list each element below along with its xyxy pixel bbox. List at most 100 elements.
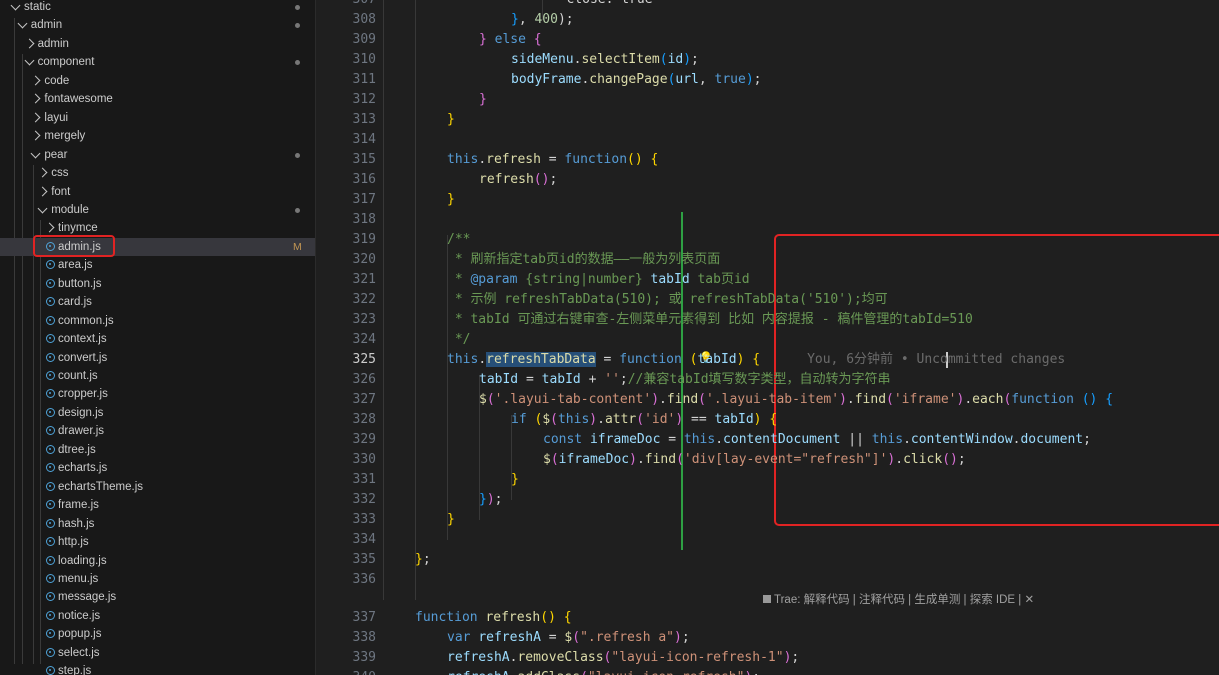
code-line[interactable]: refresh();	[479, 170, 557, 190]
tree-folder[interactable]: code	[0, 72, 315, 90]
line-number[interactable]: 314	[330, 130, 376, 150]
code-line[interactable]: bodyFrame.changePage(url, true);	[511, 70, 762, 90]
line-number[interactable]: 322	[330, 290, 376, 310]
tree-file[interactable]: select.js	[0, 644, 315, 662]
line-number[interactable]: 320	[330, 250, 376, 270]
code-line[interactable]: * @param {string|number} tabId tab页id	[447, 270, 750, 290]
tree-file[interactable]: button.js	[0, 275, 315, 293]
code-line[interactable]: };	[415, 550, 431, 570]
code-line[interactable]: refreshA.addClass("layui-icon-refresh");	[447, 668, 760, 675]
tree-file[interactable]: design.js	[0, 404, 315, 422]
line-number[interactable]: 316	[330, 170, 376, 190]
line-number[interactable]: 336	[330, 570, 376, 590]
line-number[interactable]: 324	[330, 330, 376, 350]
tree-folder[interactable]: static	[0, 0, 315, 16]
code-line[interactable]: * 刷新指定tab页id的数据——一般为列表页面	[447, 250, 720, 270]
tree-file[interactable]: convert.js	[0, 349, 315, 367]
tree-folder[interactable]: font	[0, 183, 315, 201]
line-number[interactable]: 323	[330, 310, 376, 330]
line-number[interactable]: 331	[330, 470, 376, 490]
code-line[interactable]: }	[447, 510, 455, 530]
code-line[interactable]: }	[447, 190, 455, 210]
tree-file[interactable]: echarts.js	[0, 459, 315, 477]
codelens-text[interactable]: Trae: 解释代码 | 注释代码 | 生成单测 | 探索 IDE | ✕	[774, 594, 1034, 606]
code-line[interactable]: */	[447, 330, 471, 350]
tree-file[interactable]: echartsTheme.js	[0, 478, 315, 496]
line-number[interactable]: 308	[330, 10, 376, 30]
line-number[interactable]: 321	[330, 270, 376, 290]
tree-folder[interactable]: mergely	[0, 127, 315, 145]
tree-file[interactable]: area.js	[0, 256, 315, 274]
tree-file[interactable]: context.js	[0, 330, 315, 348]
code-line[interactable]: this.refresh = function() {	[447, 150, 658, 170]
code-line[interactable]: } else {	[479, 30, 542, 50]
tree-folder[interactable]: admin	[0, 16, 315, 34]
tree-file[interactable]: hash.js	[0, 515, 315, 533]
line-number[interactable]: 340	[330, 668, 376, 675]
code-line[interactable]: function refresh() {	[415, 608, 572, 628]
tree-file[interactable]: message.js	[0, 588, 315, 606]
line-number[interactable]: 333	[330, 510, 376, 530]
tree-folder[interactable]: pear	[0, 146, 315, 164]
tree-folder[interactable]: admin	[0, 35, 315, 53]
line-number[interactable]: 328	[330, 410, 376, 430]
code-line[interactable]: refreshA.removeClass("layui-icon-refresh…	[447, 648, 799, 668]
code-line[interactable]: $('.layui-tab-content').find('.layui-tab…	[479, 390, 1113, 410]
line-number[interactable]: 309	[330, 30, 376, 50]
line-number[interactable]: 318	[330, 210, 376, 230]
code-line[interactable]: /**	[447, 230, 470, 250]
line-number[interactable]: 326	[330, 370, 376, 390]
code-line[interactable]: const iframeDoc = this.contentDocument |…	[543, 430, 1091, 450]
line-number[interactable]: 310	[330, 50, 376, 70]
line-number[interactable]: 338	[330, 628, 376, 648]
line-number[interactable]: 332	[330, 490, 376, 510]
tree-file[interactable]: notice.js	[0, 607, 315, 625]
tree-folder[interactable]: component	[0, 53, 315, 71]
code-editor[interactable]: 💡 Trae: 解释代码 | 注释代码 | 生成单测 | 探索 IDE | ✕ …	[316, 0, 1219, 675]
line-number[interactable]: 317	[330, 190, 376, 210]
tree-file[interactable]: count.js	[0, 367, 315, 385]
line-number[interactable]: 325	[330, 350, 376, 370]
tree-file[interactable]: loading.js	[0, 552, 315, 570]
code-line[interactable]: $(iframeDoc).find('div[lay-event="refres…	[543, 450, 966, 470]
line-number[interactable]: 315	[330, 150, 376, 170]
tree-folder[interactable]: fontawesome	[0, 90, 315, 108]
code-line[interactable]: * tabId 可通过右键审查-左侧菜单元素得到 比如 内容提报 - 稿件管理的…	[447, 310, 973, 330]
code-line[interactable]: var refreshA = $(".refresh a");	[447, 628, 690, 648]
line-number[interactable]: 319	[330, 230, 376, 250]
line-number[interactable]: 313	[330, 110, 376, 130]
code-line[interactable]: sideMenu.selectItem(id);	[511, 50, 699, 70]
tree-folder[interactable]: module	[0, 201, 315, 219]
tree-file[interactable]: card.js	[0, 293, 315, 311]
line-number[interactable]: 335	[330, 550, 376, 570]
tree-file[interactable]: drawer.js	[0, 422, 315, 440]
line-number[interactable]: 312	[330, 90, 376, 110]
tree-folder[interactable]: css	[0, 164, 315, 182]
code-line[interactable]: if ($(this).attr('id') == tabId) {	[511, 410, 777, 430]
line-number[interactable]: 330	[330, 450, 376, 470]
code-line[interactable]: * 示例 refreshTabData(510); 或 refreshTabDa…	[447, 290, 888, 310]
trae-codelens[interactable]: Trae: 解释代码 | 注释代码 | 生成单测 | 探索 IDE | ✕	[763, 592, 1034, 608]
code-line[interactable]: tabId = tabId + '';//兼容tabId填写数字类型，自动转为字…	[479, 370, 891, 390]
code-line[interactable]: });	[479, 490, 502, 510]
code-line[interactable]: }, 400);	[511, 10, 574, 30]
tree-file[interactable]: http.js	[0, 533, 315, 551]
line-number[interactable]: 329	[330, 430, 376, 450]
code-line[interactable]: }	[511, 470, 519, 490]
code-line[interactable]: close: true	[543, 0, 652, 10]
tree-file[interactable]: cropper.js	[0, 385, 315, 403]
tree-file[interactable]: common.js	[0, 312, 315, 330]
line-number[interactable]: 337	[330, 608, 376, 628]
tree-file[interactable]: popup.js	[0, 625, 315, 643]
line-number[interactable]: 311	[330, 70, 376, 90]
code-line[interactable]: }	[479, 90, 487, 110]
tree-file[interactable]: dtree.js	[0, 441, 315, 459]
tree-folder[interactable]: layui	[0, 109, 315, 127]
line-number[interactable]: 307	[330, 0, 376, 10]
tree-file[interactable]: step.js	[0, 662, 315, 675]
code-line[interactable]: this.refreshTabData = function (tabId) {…	[447, 350, 1065, 370]
tree-file[interactable]: frame.js	[0, 496, 315, 514]
line-number[interactable]: 334	[330, 530, 376, 550]
code-line[interactable]: }	[447, 110, 455, 130]
line-number[interactable]: 339	[330, 648, 376, 668]
